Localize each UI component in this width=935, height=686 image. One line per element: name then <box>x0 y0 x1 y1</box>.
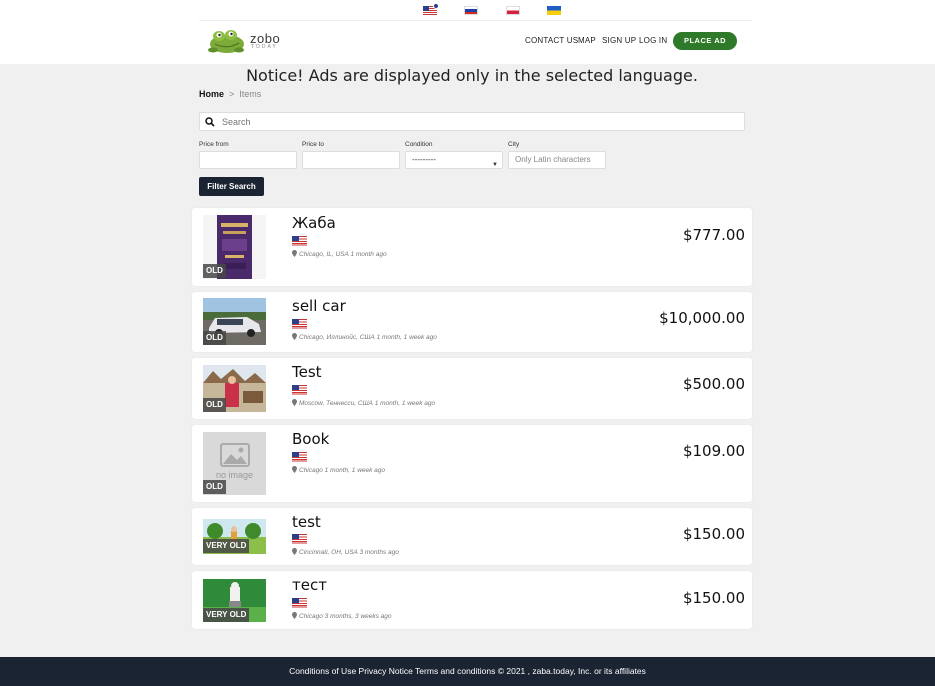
price-from-label: Price from <box>199 141 229 148</box>
condition-badge: OLD <box>203 331 226 345</box>
search-input[interactable] <box>222 115 722 129</box>
frog-logo-icon <box>208 30 244 53</box>
listing-location: Cincinnati, OH, USA 3 months ago <box>292 548 399 556</box>
nav-sign-up[interactable]: SIGN UP <box>602 36 636 45</box>
listing-price: $109.00 <box>682 442 745 460</box>
listing-location: Moscow, Теннесси, США 1 month, 1 week ag… <box>292 399 435 407</box>
listing-card[interactable]: OLD sell car Chicago, Иллинойс, США 1 mo… <box>192 292 752 352</box>
city-label: City <box>508 141 520 148</box>
condition-badge: VERY OLD <box>203 608 250 622</box>
place-ad-button[interactable]: PLACE AD <box>673 32 737 50</box>
listing-price: $150.00 <box>682 589 745 607</box>
map-pin-icon <box>292 399 297 406</box>
listing-price: $500.00 <box>682 375 745 393</box>
listing-price: $10,000.00 <box>659 309 745 327</box>
price-to-input[interactable] <box>302 151 400 169</box>
nav-log-in[interactable]: LOG IN <box>639 36 667 45</box>
site-footer: Conditions of Use Privacy Notice Terms a… <box>0 657 935 686</box>
map-pin-icon <box>292 548 297 555</box>
listing-location: Chicago, IL, USA 1 month ago <box>292 250 387 258</box>
us-flag-icon <box>292 236 307 246</box>
listing-title[interactable]: Test <box>292 363 322 381</box>
listing-price: $150.00 <box>682 525 745 543</box>
header-divider <box>199 20 752 21</box>
condition-badge: VERY OLD <box>203 539 250 553</box>
price-from-input[interactable] <box>199 151 297 169</box>
listing-title[interactable]: test <box>292 513 321 531</box>
listing-age: 1 month, 1 week ago <box>374 400 436 407</box>
listing-price: $777.00 <box>682 226 745 244</box>
us-flag-icon <box>292 385 307 395</box>
listing-location: Chicago 3 months, 3 weeks ago <box>292 612 392 620</box>
listing-age: 1 month, 1 week ago <box>376 334 437 341</box>
listing-location: Chicago 1 month, 1 week ago <box>292 466 385 474</box>
location-text: Chicago <box>299 613 323 620</box>
condition-select[interactable]: --------- ▼ <box>405 151 503 169</box>
condition-badge: OLD <box>203 398 226 412</box>
condition-selected-value: --------- <box>412 155 436 164</box>
location-text: Moscow, Теннесси, США <box>299 400 373 407</box>
condition-badge: OLD <box>203 480 226 494</box>
search-icon <box>205 117 215 127</box>
nav-contact-us[interactable]: CONTACT US <box>525 36 578 45</box>
listing-age: 1 month ago <box>350 251 387 258</box>
listing-title[interactable]: Book <box>292 430 329 448</box>
listing-card[interactable]: OLD Test Moscow, Теннесси, США 1 month, … <box>192 358 752 419</box>
listing-card[interactable]: VERY OLD test Cincinnati, OH, USA 3 mont… <box>192 508 752 565</box>
listing-card[interactable]: VERY OLD тест Chicago 3 months, 3 weeks … <box>192 571 752 629</box>
listing-card[interactable]: OLD Жаба Chicago, IL, USA 1 month ago $7… <box>192 208 752 286</box>
breadcrumb: Home > Items <box>199 89 261 99</box>
listing-title[interactable]: Жаба <box>292 214 336 232</box>
chevron-down-icon: ▼ <box>492 162 498 168</box>
language-notice: Notice! Ads are displayed only in the se… <box>246 66 698 85</box>
pl-flag-icon[interactable] <box>506 6 520 15</box>
selected-check-icon <box>433 3 439 9</box>
ua-flag-icon[interactable] <box>547 6 561 15</box>
map-pin-icon <box>292 250 297 257</box>
map-pin-icon <box>292 612 297 619</box>
us-flag-icon[interactable] <box>423 3 439 15</box>
listing-age: 1 month, 1 week ago <box>324 467 386 474</box>
logo-tagline: TODAY <box>251 44 278 50</box>
language-switcher <box>0 3 935 18</box>
location-text: Cincinnati, OH, USA <box>299 549 358 556</box>
map-pin-icon <box>292 333 297 340</box>
breadcrumb-home[interactable]: Home <box>199 89 224 99</box>
us-flag-icon <box>292 452 307 462</box>
listing-age: 3 months ago <box>359 549 399 556</box>
site-logo[interactable]: zobo TODAY <box>207 26 287 56</box>
site-header: zobo TODAY CONTACT US MAP SIGN UP LOG IN… <box>0 0 935 64</box>
map-pin-icon <box>292 466 297 473</box>
condition-label: Condition <box>405 141 433 148</box>
us-flag-icon <box>292 598 307 608</box>
search-bar[interactable] <box>199 112 745 131</box>
us-flag-icon <box>292 534 307 544</box>
location-text: Chicago <box>299 467 323 474</box>
price-to-label: Price to <box>302 141 325 148</box>
city-input[interactable]: Only Latin characters <box>508 151 606 169</box>
location-text: Chicago, Иллинойс, США <box>299 334 375 341</box>
breadcrumb-separator: > <box>229 89 235 99</box>
nav-map[interactable]: MAP <box>578 36 596 45</box>
listing-title[interactable]: sell car <box>292 297 346 315</box>
listing-age: 3 months, 3 weeks ago <box>324 613 392 620</box>
listing-location: Chicago, Иллинойс, США 1 month, 1 week a… <box>292 333 437 341</box>
breadcrumb-current: Items <box>239 89 262 99</box>
us-flag-icon <box>292 319 307 329</box>
filter-search-button[interactable]: Filter Search <box>199 177 264 196</box>
condition-badge: OLD <box>203 264 226 278</box>
listing-card[interactable]: no image OLD Book Chicago 1 month, 1 wee… <box>192 425 752 502</box>
no-image-text: no image <box>215 470 254 480</box>
location-text: Chicago, IL, USA <box>299 251 349 258</box>
ru-flag-icon[interactable] <box>464 6 478 15</box>
listing-title[interactable]: тест <box>292 576 327 594</box>
